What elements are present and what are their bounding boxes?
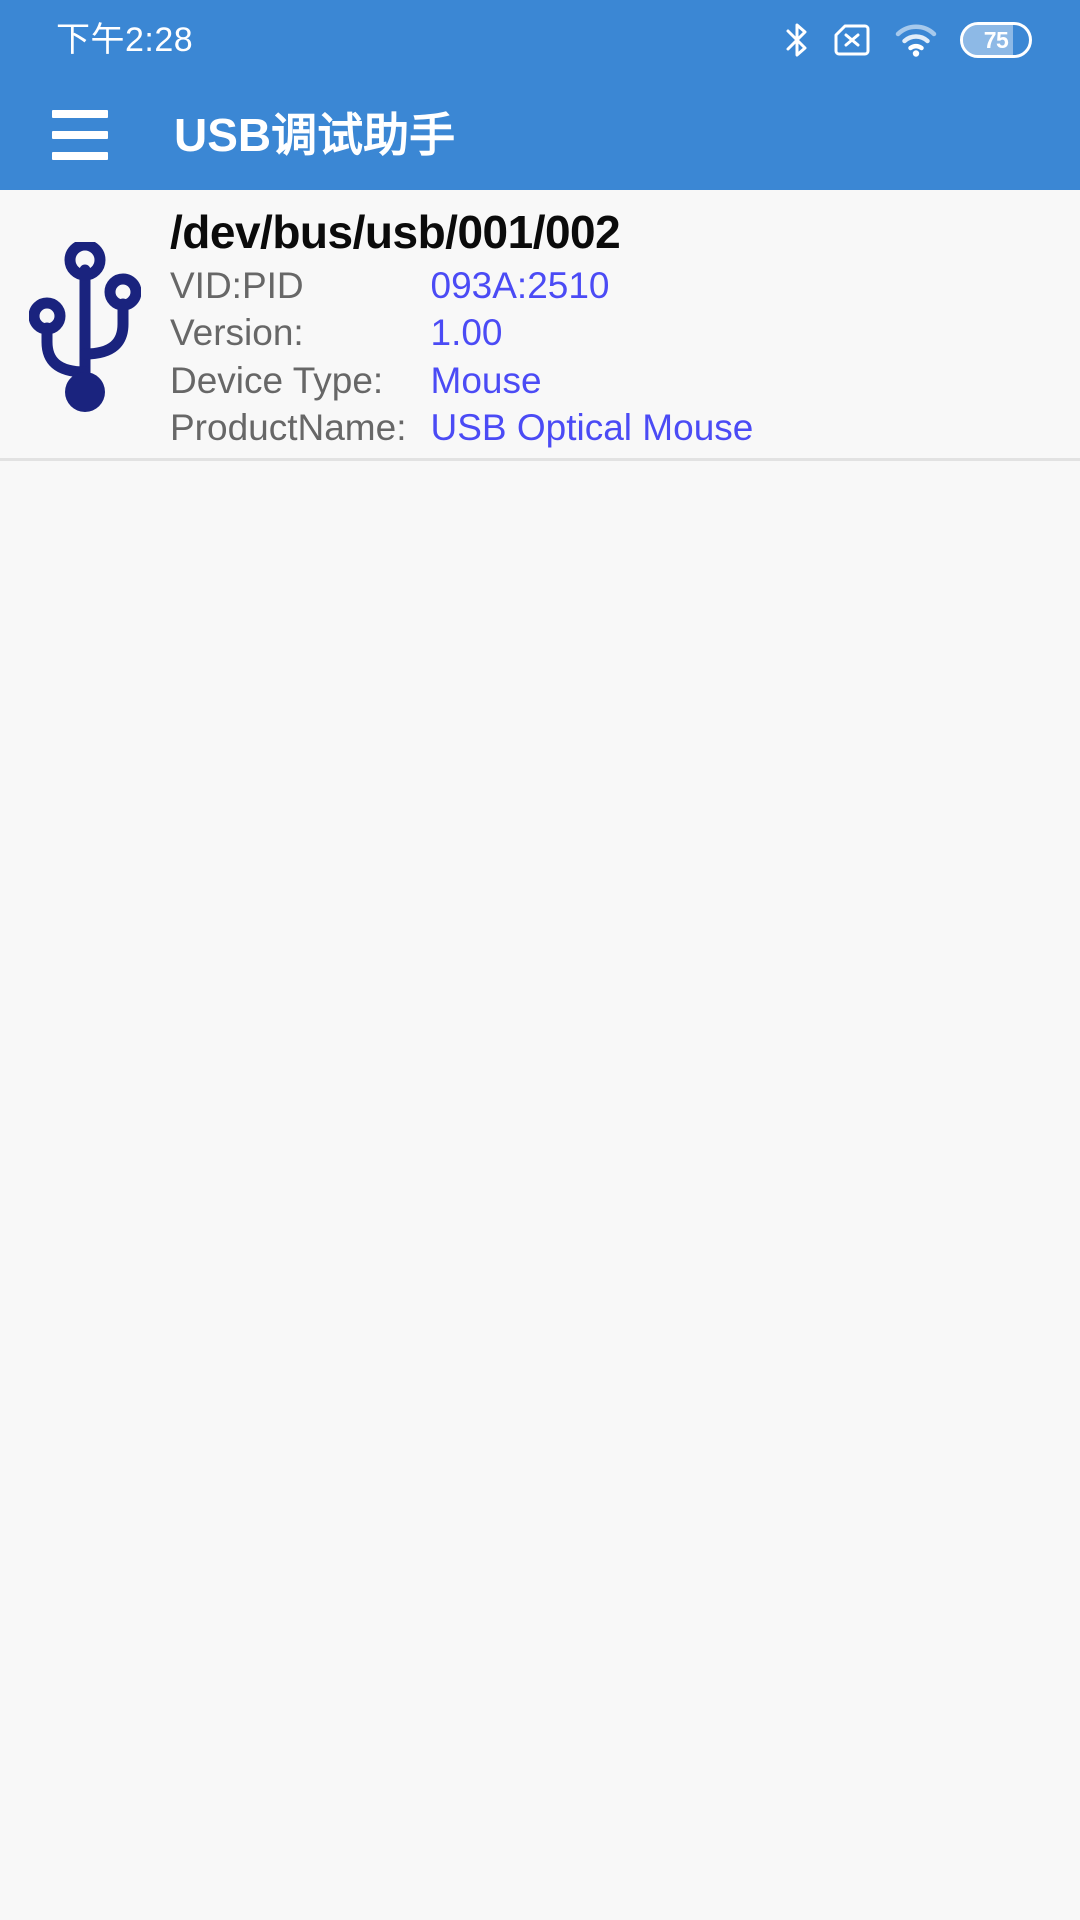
hamburger-menu-icon[interactable] (46, 104, 114, 166)
usb-trident-icon (0, 204, 170, 414)
wifi-icon (894, 20, 938, 60)
usb-device-info: /dev/bus/usb/001/002 VID:PID 093A:2510 V… (170, 204, 1080, 452)
table-row: Device Type: Mouse (170, 357, 753, 404)
title-bar: USB调试助手 (0, 80, 1080, 190)
device-attribute-table: VID:PID 093A:2510 Version: 1.00 Device T… (170, 262, 753, 451)
status-bar-icons: 75 (784, 20, 1032, 60)
attr-value-version: 1.00 (430, 312, 503, 354)
attr-key-device-type: Device Type: (170, 359, 384, 401)
app-bar: 下午2:28 75 USB调试助手 (0, 0, 1080, 190)
app-title: USB调试助手 (174, 109, 456, 161)
attr-value-product-name: USB Optical Mouse (430, 407, 754, 449)
table-row: VID:PID 093A:2510 (170, 262, 753, 309)
attr-value-device-type: Mouse (430, 359, 542, 401)
hamburger-bar-3 (52, 152, 108, 160)
usb-device-list: /dev/bus/usb/001/002 VID:PID 093A:2510 V… (0, 190, 1080, 461)
battery-level-text: 75 (983, 26, 1009, 53)
attr-value-vid-pid: 093A:2510 (430, 265, 610, 307)
no-sim-icon (832, 20, 872, 60)
status-bar-clock: 下午2:28 (56, 21, 194, 59)
hamburger-bar-2 (52, 131, 108, 139)
status-bar: 下午2:28 75 (0, 0, 1080, 80)
attr-key-version: Version: (170, 312, 304, 354)
attr-key-product-name: ProductName: (170, 407, 407, 449)
usb-device-row[interactable]: /dev/bus/usb/001/002 VID:PID 093A:2510 V… (0, 190, 1080, 461)
bluetooth-icon (784, 20, 810, 60)
battery-indicator: 75 (960, 22, 1032, 58)
table-row: Version: 1.00 (170, 309, 753, 356)
attr-key-vid-pid: VID:PID (170, 265, 304, 307)
hamburger-bar-1 (52, 110, 108, 118)
device-path: /dev/bus/usb/001/002 (170, 206, 621, 258)
table-row: ProductName: USB Optical Mouse (170, 404, 753, 451)
